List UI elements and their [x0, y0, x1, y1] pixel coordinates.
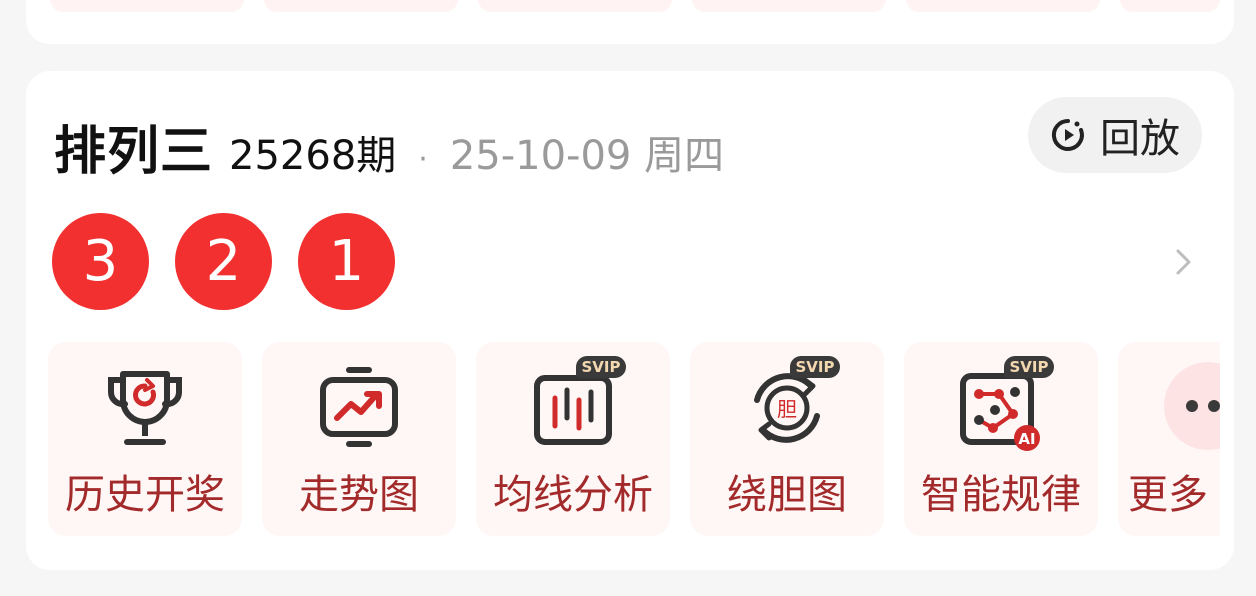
tool-moving-average[interactable]: SVIP 均线分析 [476, 342, 670, 536]
previous-tool-tile[interactable] [906, 0, 1100, 12]
draw-card: 排列三 25268期 · 25-10-09 周四 回放 3 2 1 历史开奖 走… [26, 71, 1234, 570]
svg-text:AI: AI [1018, 430, 1035, 448]
more-icon [1164, 362, 1220, 450]
tool-orbit-chart[interactable]: 胆 SVIP 绕胆图 [690, 342, 884, 536]
svip-badge: SVIP [576, 356, 626, 378]
number-ball: 3 [52, 213, 149, 310]
previous-card [26, 0, 1234, 44]
svip-badge: SVIP [1004, 356, 1054, 378]
tool-label: 均线分析 [493, 472, 653, 518]
tool-label: 智能规律 [921, 472, 1081, 518]
trophy-icon [107, 371, 183, 445]
previous-tool-tile[interactable] [264, 0, 458, 12]
separator-dot: · [418, 142, 428, 177]
svip-badge: SVIP [790, 356, 840, 378]
replay-label: 回放 [1100, 116, 1180, 162]
tool-history-draws[interactable]: 历史开奖 [48, 342, 242, 536]
number-ball: 1 [298, 213, 395, 310]
replay-icon [1051, 118, 1084, 151]
svg-text:胆: 胆 [777, 397, 797, 421]
tool-label: 历史开奖 [65, 472, 225, 518]
issue-number: 25268期 [229, 133, 397, 179]
number-ball: 2 [175, 213, 272, 310]
tool-label: 走势图 [299, 472, 419, 518]
previous-tool-tile[interactable] [478, 0, 672, 12]
tool-more[interactable]: 更多 [1118, 342, 1220, 536]
draw-date: 25-10-09 周四 [449, 133, 725, 179]
previous-tool-tile[interactable] [50, 0, 244, 12]
tool-grid: 历史开奖 走势图 SVIP 均线分析 胆 SVIP 绕胆图 AI SVIP 智能… [48, 342, 1220, 536]
tool-label: 更多 [1128, 472, 1208, 518]
tool-trend-chart[interactable]: 走势图 [262, 342, 456, 536]
previous-tool-tile[interactable] [692, 0, 886, 12]
trend-chart-icon [320, 367, 398, 447]
replay-button[interactable]: 回放 [1028, 97, 1202, 173]
chevron-right-icon[interactable] [1168, 247, 1198, 277]
tool-smart-pattern[interactable]: AI SVIP 智能规律 [904, 342, 1098, 536]
lottery-name: 排列三 [54, 122, 214, 182]
draw-header: 排列三 25268期 · 25-10-09 周四 [54, 109, 724, 182]
winning-numbers: 3 2 1 [52, 213, 421, 310]
tool-label: 绕胆图 [727, 472, 847, 518]
previous-tool-tile[interactable] [1120, 0, 1220, 12]
